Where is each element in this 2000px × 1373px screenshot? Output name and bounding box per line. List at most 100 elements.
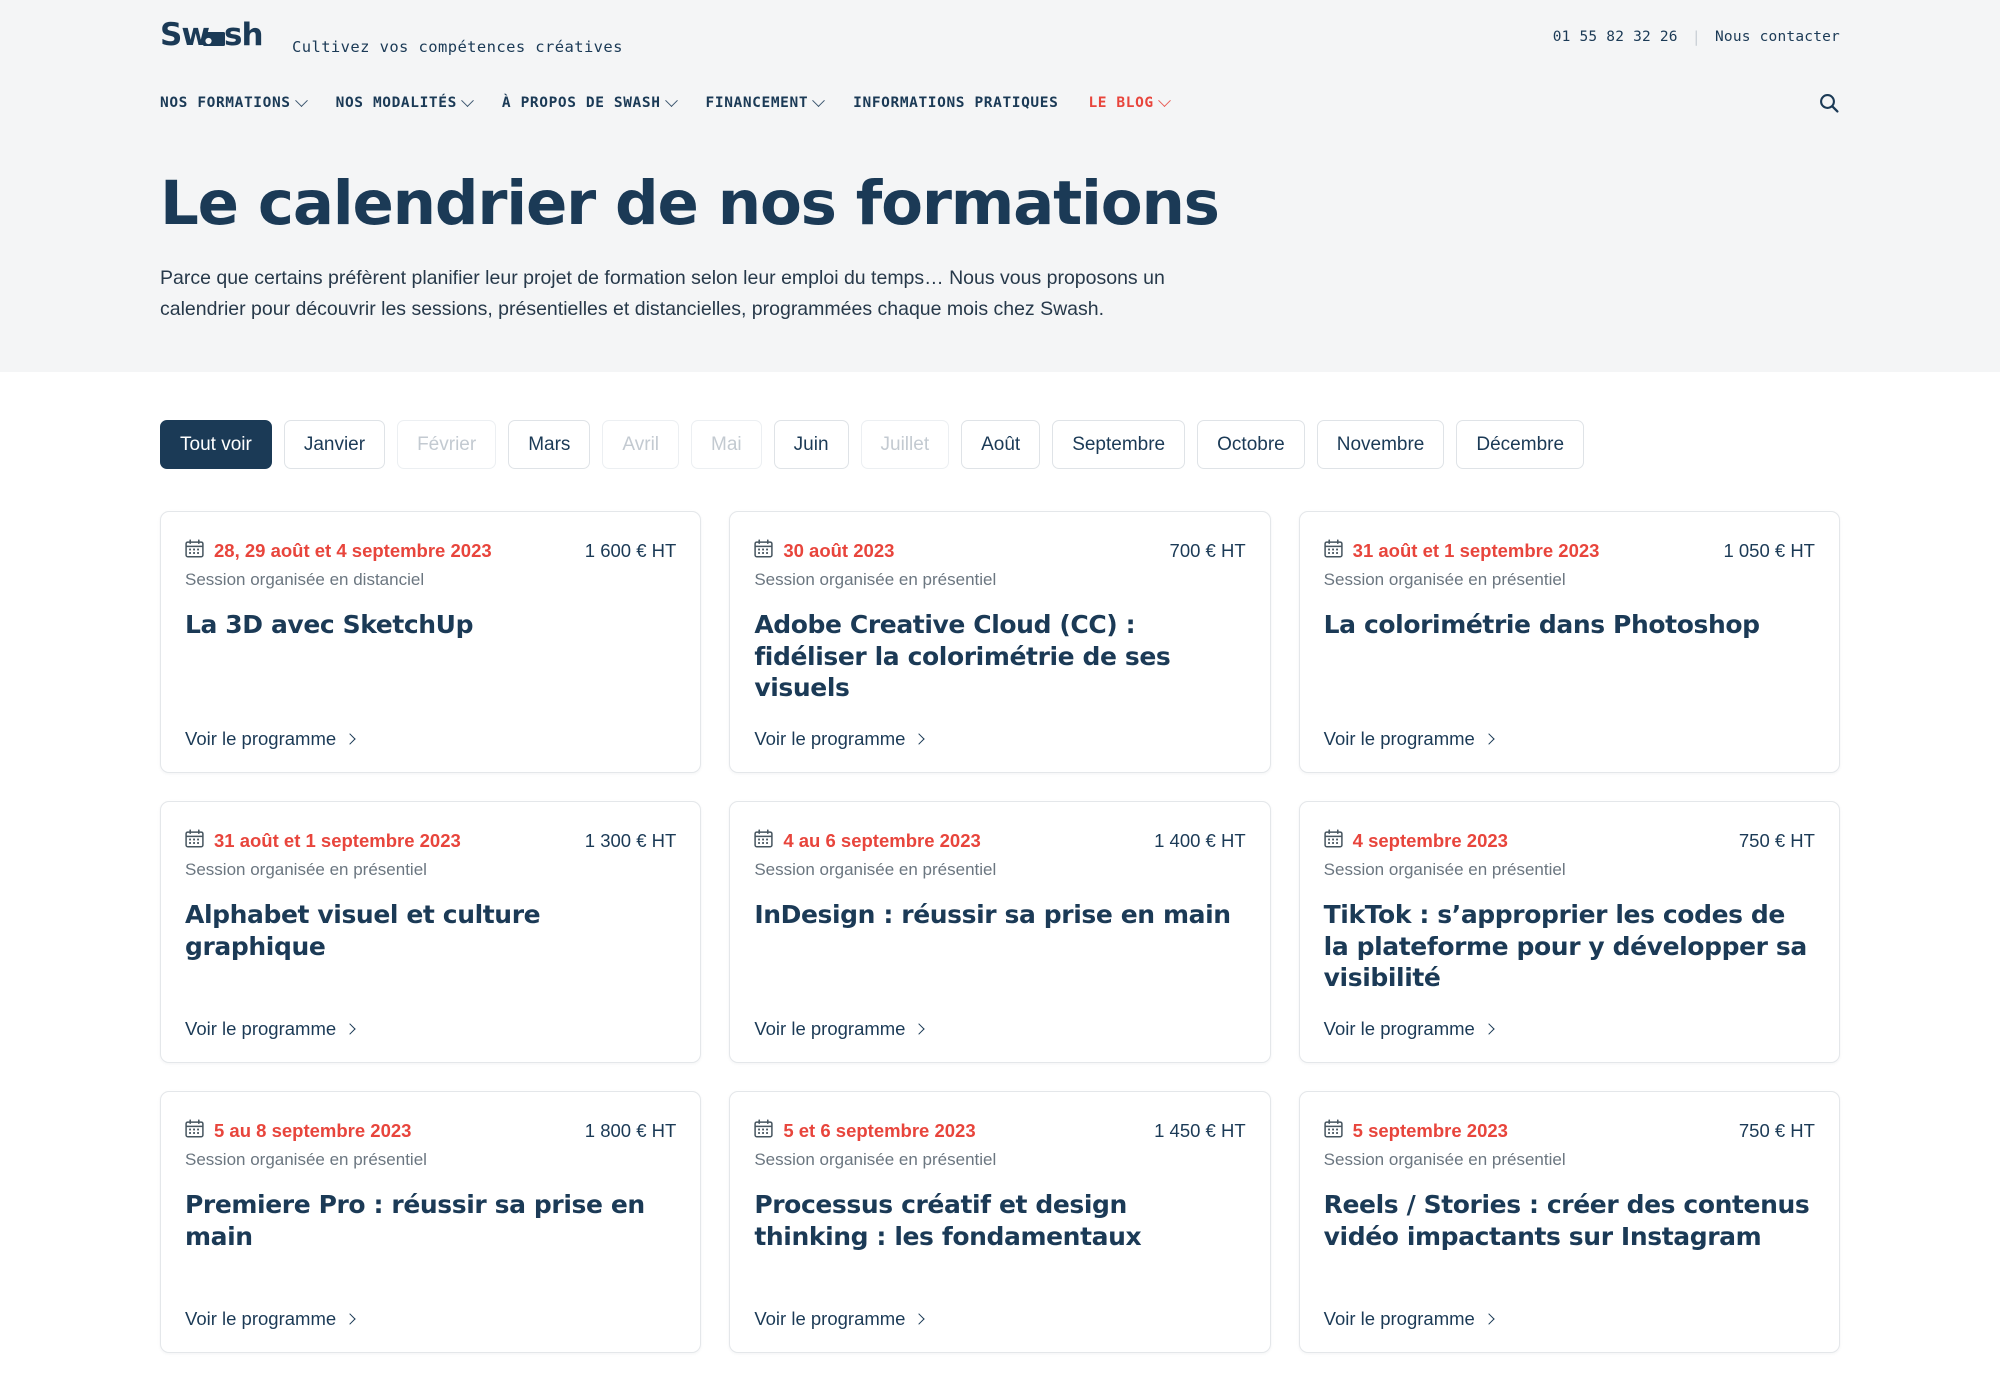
card-programme-label: Voir le programme [185, 1308, 337, 1329]
filter-mai: Mai [691, 420, 762, 469]
chevron-down-icon [1157, 93, 1171, 107]
card-programme-link[interactable]: Voir le programme [185, 994, 676, 1040]
card-date: 5 septembre 2023 [1352, 1119, 1508, 1141]
card-programme-label: Voir le programme [1323, 1018, 1475, 1039]
card-date-group: 31 août et 1 septembre 2023 [1324, 539, 1599, 563]
filter-mars[interactable]: Mars [508, 420, 591, 469]
chevron-down-icon [664, 93, 678, 107]
calendar-icon [754, 829, 773, 853]
nav-item-financement[interactable]: FINANCEMENT [705, 93, 826, 111]
brand-tagline: Cultivez vos compétences créatives [292, 38, 623, 56]
nav-item-a-propos-de-swash[interactable]: À PROPOS DE SWASH [502, 93, 678, 111]
filter-tout-voir[interactable]: Tout voir [160, 420, 272, 469]
formation-card-4[interactable]: 31 août et 1 septembre 2023 1 300 € HT S… [160, 801, 702, 1063]
card-price: 1 300 € HT [584, 830, 677, 851]
contact-link[interactable]: Nous contacter [1715, 29, 1840, 45]
chevron-right-icon [1483, 1022, 1495, 1035]
filter-septembre[interactable]: Septembre [1052, 420, 1186, 469]
brand[interactable]: Sw sh Cultivez vos compétences créatives [160, 18, 623, 56]
calendar-icon [1324, 1119, 1343, 1143]
filter-decembre[interactable]: Décembre [1456, 420, 1585, 469]
card-price: 1 050 € HT [1723, 540, 1815, 561]
card-date-group: 4 au 6 septembre 2023 [754, 829, 981, 853]
formation-card-9[interactable]: 5 septembre 2023 750 € HT Session organi… [1298, 1091, 1840, 1353]
filter-octobre[interactable]: Octobre [1197, 420, 1305, 469]
formation-card-6[interactable]: 4 septembre 2023 750 € HT Session organi… [1298, 801, 1840, 1063]
nav-item-nos-formations[interactable]: NOS FORMATIONS [160, 93, 308, 111]
top-bar-right: 01 55 82 32 26 | Nous contacter [1553, 28, 1840, 46]
card-date: 30 août 2023 [783, 539, 895, 561]
card-programme-link[interactable]: Voir le programme [1324, 704, 1815, 750]
card-date-group: 5 et 6 septembre 2023 [754, 1119, 976, 1143]
card-session-mode: Session organisée en présentiel [1323, 860, 1566, 879]
calendar-icon [1324, 539, 1343, 563]
card-date: 5 au 8 septembre 2023 [214, 1119, 412, 1141]
nav-item-label: FINANCEMENT [705, 95, 809, 111]
card-date-group: 28, 29 août et 4 septembre 2023 [185, 539, 492, 563]
svg-text:Sw: Sw [160, 18, 209, 52]
search-icon[interactable] [1818, 92, 1840, 114]
card-title: Premiere Pro : réussir sa prise en main [185, 1190, 645, 1251]
chevron-right-icon [344, 1022, 356, 1035]
card-programme-link[interactable]: Voir le programme [185, 704, 676, 750]
calendar-icon [185, 1119, 204, 1143]
nav-item-label: NOS MODALITÉS [335, 95, 457, 111]
card-programme-link[interactable]: Voir le programme [185, 1284, 676, 1330]
formation-card-2[interactable]: 30 août 2023 700 € HT Session organisée … [729, 511, 1271, 773]
card-programme-link[interactable]: Voir le programme [754, 704, 1245, 750]
phone-link[interactable]: 01 55 82 32 26 [1553, 29, 1678, 45]
card-date: 31 août et 1 septembre 2023 [214, 829, 461, 851]
card-header: 30 août 2023 700 € HT [754, 539, 1246, 563]
card-title: TikTok : s’approprier les codes de la pl… [1323, 900, 1808, 993]
card-header: 4 au 6 septembre 2023 1 400 € HT [754, 829, 1246, 853]
top-bar: Sw sh Cultivez vos compétences créatives… [0, 0, 2000, 74]
card-session-mode: Session organisée en présentiel [754, 860, 997, 879]
nav-item-nos-modalites[interactable]: NOS MODALITÉS [335, 93, 474, 111]
hero-body: Le calendrier de nos formations Parce qu… [0, 171, 2000, 326]
filter-janvier[interactable]: Janvier [283, 420, 386, 469]
card-title: Alphabet visuel et culture graphique [185, 900, 541, 961]
filter-juillet: Juillet [860, 420, 950, 469]
card-session-mode: Session organisée en présentiel [185, 1150, 427, 1169]
card-header: 31 août et 1 septembre 2023 1 050 € HT [1324, 539, 1815, 563]
formation-card-5[interactable]: 4 au 6 septembre 2023 1 400 € HT Session… [729, 801, 1271, 1063]
filter-fevrier: Février [397, 420, 497, 469]
card-price: 1 400 € HT [1154, 830, 1246, 851]
nav-item-label: INFORMATIONS PRATIQUES [853, 95, 1059, 111]
main-navigation: NOS FORMATIONS NOS MODALITÉS À PROPOS DE… [0, 74, 2000, 132]
chevron-right-icon [1483, 732, 1495, 745]
chevron-right-icon [344, 732, 356, 745]
card-header: 4 septembre 2023 750 € HT [1324, 829, 1815, 853]
formation-card-3[interactable]: 31 août et 1 septembre 2023 1 050 € HT S… [1298, 511, 1840, 773]
card-programme-label: Voir le programme [754, 1018, 906, 1039]
card-date: 4 au 6 septembre 2023 [783, 829, 981, 851]
card-header: 5 au 8 septembre 2023 1 800 € HT [185, 1119, 676, 1143]
card-programme-label: Voir le programme [754, 728, 906, 749]
chevron-right-icon [913, 1022, 926, 1035]
formation-card-1[interactable]: 28, 29 août et 4 septembre 2023 1 600 € … [160, 511, 702, 773]
chevron-right-icon [913, 1312, 926, 1325]
card-programme-link[interactable]: Voir le programme [1324, 994, 1815, 1040]
card-programme-link[interactable]: Voir le programme [1324, 1284, 1815, 1330]
card-session-mode: Session organisée en présentiel [1323, 570, 1566, 589]
card-date-group: 31 août et 1 septembre 2023 [185, 829, 461, 853]
card-programme-link[interactable]: Voir le programme [754, 1284, 1245, 1330]
swash-logo[interactable]: Sw sh [160, 18, 268, 52]
formation-card-7[interactable]: 5 au 8 septembre 2023 1 800 € HT Session… [160, 1091, 702, 1353]
card-date-group: 30 août 2023 [754, 539, 894, 563]
filter-aout[interactable]: Août [961, 420, 1041, 469]
svg-text:sh: sh [224, 18, 263, 52]
nav-item-le-blog[interactable]: LE BLOG [1088, 93, 1171, 111]
filter-juin[interactable]: Juin [773, 420, 849, 469]
card-price: 700 € HT [1169, 540, 1246, 561]
filter-novembre[interactable]: Novembre [1316, 420, 1445, 469]
card-session-mode: Session organisée en présentiel [1323, 1150, 1566, 1169]
card-programme-link[interactable]: Voir le programme [754, 994, 1245, 1040]
nav-item-informations-pratiques[interactable]: INFORMATIONS PRATIQUES [853, 95, 1058, 111]
formation-card-8[interactable]: 5 et 6 septembre 2023 1 450 € HT Session… [729, 1091, 1271, 1353]
nav-list: NOS FORMATIONS NOS MODALITÉS À PROPOS DE… [160, 93, 1171, 111]
card-title: Adobe Creative Cloud (CC) : fidéliser la… [754, 610, 1171, 703]
calendar-icon [754, 539, 773, 563]
card-programme-label: Voir le programme [754, 1308, 906, 1329]
card-price: 1 600 € HT [584, 540, 677, 561]
